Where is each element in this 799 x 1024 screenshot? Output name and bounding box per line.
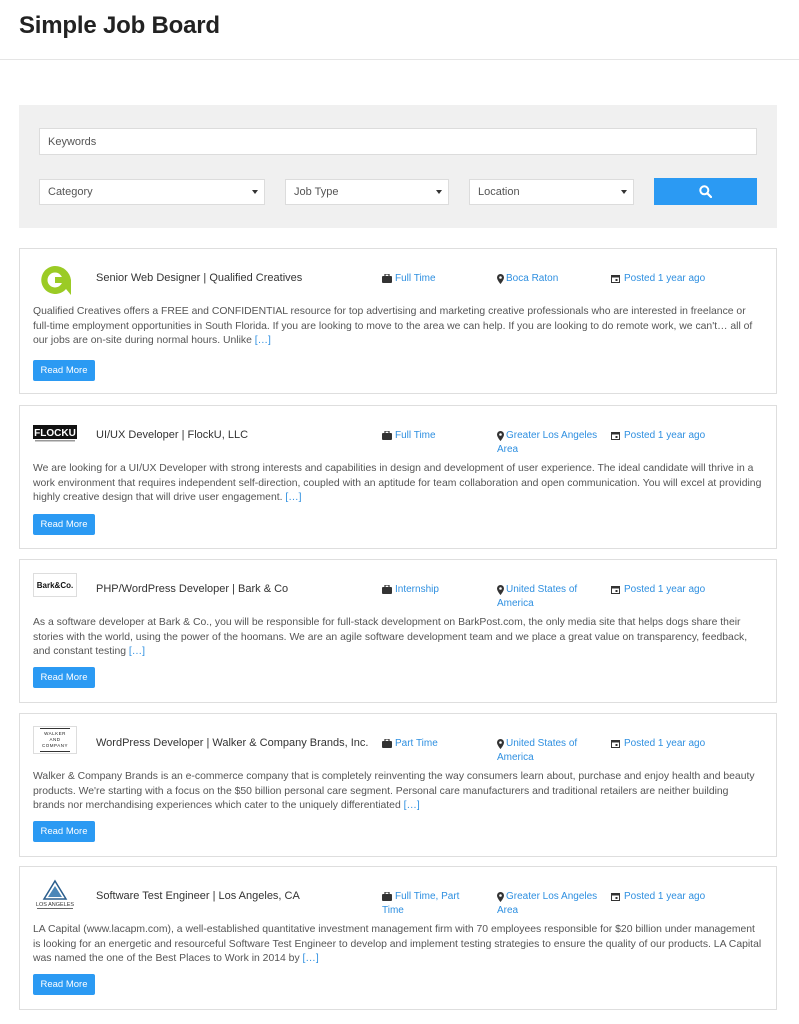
job-title[interactable]: Senior Web Designer | Qualified Creative…	[96, 272, 302, 284]
job-location-label: Boca Raton	[506, 273, 559, 284]
job-description: Qualified Creatives offers a FREE and CO…	[33, 306, 753, 347]
job-listing: LOS ANGELES Software Test Engineer | Los…	[19, 866, 777, 1010]
job-posted: Posted 1 year ago	[611, 429, 741, 443]
job-description: Walker & Company Brands is an e-commerce…	[33, 771, 755, 812]
job-location: Boca Raton	[497, 272, 607, 286]
calendar-icon	[611, 432, 620, 440]
job-posted: Posted 1 year ago	[611, 890, 741, 904]
job-location: Greater Los Angeles Area	[497, 429, 607, 457]
job-type-label: Full Time	[395, 273, 436, 284]
calendar-icon	[611, 740, 620, 748]
job-type-label: Internship	[395, 584, 439, 595]
svg-text:FLOCKU: FLOCKU	[34, 428, 76, 439]
job-type: Part Time	[382, 737, 482, 751]
job-type-select-label: Job Type	[294, 186, 339, 198]
job-posted-label: Posted 1 year ago	[624, 891, 706, 902]
chevron-down-icon	[621, 190, 627, 194]
job-type-select[interactable]: Job Type	[285, 179, 449, 205]
job-description: As a software developer at Bark & Co., y…	[33, 617, 748, 658]
calendar-icon	[611, 275, 620, 283]
location-select-label: Location	[478, 186, 520, 198]
map-marker-icon	[497, 739, 504, 749]
job-location-label: United States of America	[497, 738, 578, 763]
chevron-down-icon	[436, 190, 442, 194]
job-location: United States of America	[497, 737, 607, 765]
job-title[interactable]: Software Test Engineer | Los Angeles, CA	[96, 890, 300, 902]
job-listing: Bark&Co. PHP/WordPress Developer | Bark …	[19, 559, 777, 703]
category-select-label: Category	[48, 186, 93, 198]
page-title: Simple Job Board	[19, 12, 220, 39]
job-posted: Posted 1 year ago	[611, 737, 741, 751]
briefcase-icon	[382, 739, 392, 748]
bark-and-co-logo: Bark&Co.	[33, 573, 77, 597]
job-description: We are looking for a UI/UX Developer wit…	[33, 463, 762, 504]
map-marker-icon	[497, 274, 504, 284]
briefcase-icon	[382, 431, 392, 440]
job-type-label: Full Time, Part Time	[382, 891, 460, 916]
job-posted-label: Posted 1 year ago	[624, 584, 706, 595]
map-marker-icon	[497, 585, 504, 595]
read-more-button[interactable]: Read More	[33, 360, 95, 381]
job-location: United States of America	[497, 583, 607, 611]
job-type: Full Time, Part Time	[382, 890, 482, 918]
job-type: Full Time	[382, 272, 482, 286]
flocku-logo: FLOCKU	[33, 416, 77, 452]
la-capital-logo: LOS ANGELES	[33, 879, 77, 911]
job-search-panel: Category Job Type Location	[19, 105, 777, 228]
job-type-label: Part Time	[395, 738, 438, 749]
category-select[interactable]: Category	[39, 179, 265, 205]
search-icon	[699, 185, 712, 198]
read-more-button[interactable]: Read More	[33, 514, 95, 535]
job-listing: WALKER AND COMPANY WordPress Developer |…	[19, 713, 777, 857]
read-more-button[interactable]: Read More	[33, 667, 95, 688]
job-posted-label: Posted 1 year ago	[624, 430, 706, 441]
briefcase-icon	[382, 892, 392, 901]
svg-text:LOS ANGELES: LOS ANGELES	[36, 902, 75, 908]
calendar-icon	[611, 586, 620, 594]
qualified-creatives-logo	[33, 262, 77, 298]
search-button[interactable]	[654, 178, 757, 205]
site-header: Simple Job Board	[0, 0, 799, 60]
read-more-button[interactable]: Read More	[33, 821, 95, 842]
job-description: LA Capital (www.lacapm.com), a well-esta…	[33, 924, 762, 965]
calendar-icon	[611, 893, 620, 901]
job-listing: Senior Web Designer | Qualified Creative…	[19, 248, 777, 394]
job-title[interactable]: UI/UX Developer | FlockU, LLC	[96, 429, 248, 441]
job-location-label: United States of America	[497, 584, 578, 609]
map-marker-icon	[497, 431, 504, 441]
keywords-input[interactable]	[39, 128, 757, 155]
job-posted-label: Posted 1 year ago	[624, 738, 706, 749]
job-location-label: Greater Los Angeles Area	[497, 430, 598, 455]
job-title[interactable]: PHP/WordPress Developer | Bark & Co	[96, 583, 288, 595]
location-select[interactable]: Location	[469, 179, 634, 205]
walker-and-company-logo: WALKER AND COMPANY	[33, 726, 77, 754]
job-type: Full Time	[382, 429, 482, 443]
chevron-down-icon	[252, 190, 258, 194]
read-more-button[interactable]: Read More	[33, 974, 95, 995]
job-type: Internship	[382, 583, 482, 597]
job-location: Greater Los Angeles Area	[497, 890, 607, 918]
map-marker-icon	[497, 892, 504, 902]
job-posted: Posted 1 year ago	[611, 272, 741, 286]
job-posted-label: Posted 1 year ago	[624, 273, 706, 284]
job-listing: FLOCKU UI/UX Developer | FlockU, LLC Ful…	[19, 405, 777, 549]
job-location-label: Greater Los Angeles Area	[497, 891, 598, 916]
job-posted: Posted 1 year ago	[611, 583, 741, 597]
briefcase-icon	[382, 585, 392, 594]
job-type-label: Full Time	[395, 430, 436, 441]
job-title[interactable]: WordPress Developer | Walker & Company B…	[96, 737, 368, 749]
briefcase-icon	[382, 274, 392, 283]
